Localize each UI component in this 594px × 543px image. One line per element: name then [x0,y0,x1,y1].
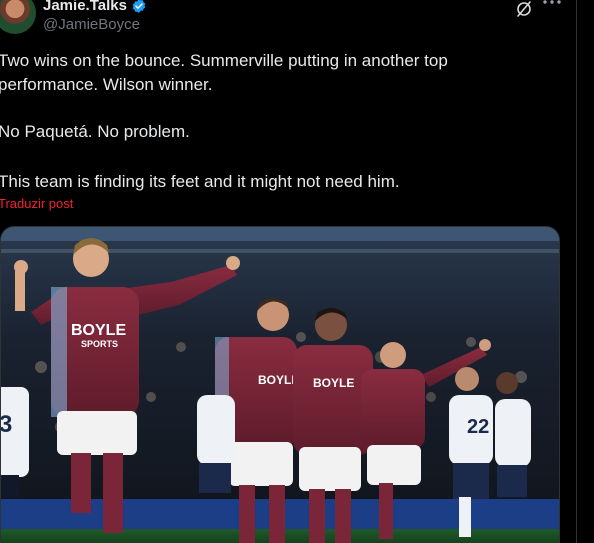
grok-icon[interactable] [514,0,534,19]
post-card: Jamie.Talks @JamieBoyce Two wins on the … [0,0,594,543]
post-text-line: Two wins on the bounce. Summerville putt… [0,51,448,70]
author-name-row[interactable]: Jamie.Talks [43,0,147,14]
away-player-center [197,395,235,493]
avatar[interactable] [0,0,36,34]
svg-text:22: 22 [467,416,489,438]
author-handle[interactable]: @JamieBoyce [43,16,140,33]
post-text-line: This team is finding its feet and it mig… [0,172,400,191]
translate-post-link[interactable]: Traduzir post [0,196,73,211]
more-horizontal-icon[interactable] [541,0,563,10]
post-text-line: No Paquetá. No problem. [0,122,190,141]
author-display-name[interactable]: Jamie.Talks [43,0,127,14]
svg-text:3: 3 [1,411,12,438]
celebration-photo: 3 BOYLE SPORTS [1,227,559,543]
svg-text:BOYLE: BOYLE [313,376,354,390]
svg-text:BOYLE: BOYLE [71,322,126,339]
post-text-line: performance. Wilson winner. [0,75,213,94]
column-divider [576,0,577,543]
verified-badge-icon [132,0,146,13]
media-image[interactable]: 3 BOYLE SPORTS [0,226,560,543]
svg-text:SPORTS: SPORTS [81,339,118,349]
